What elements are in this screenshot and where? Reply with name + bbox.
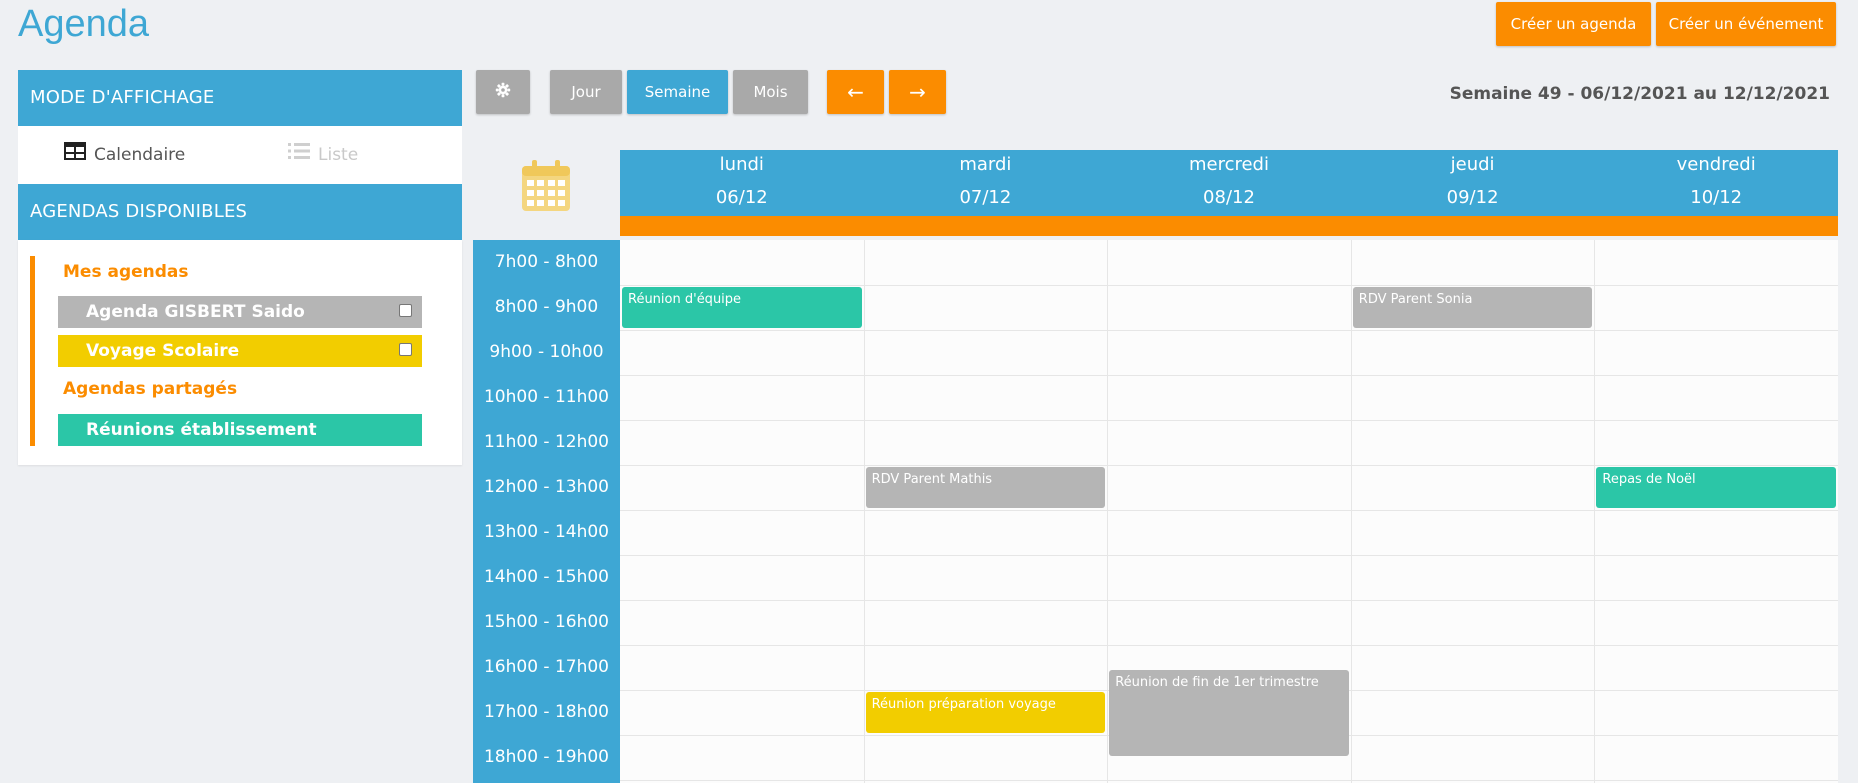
agenda-item-label: Agenda GISBERT Saido xyxy=(86,302,305,322)
hour-label: 17h00 - 18h00 xyxy=(483,702,610,722)
view-week-button[interactable]: Semaine xyxy=(627,70,728,114)
hour-label: 12h00 - 13h00 xyxy=(483,477,610,497)
available-agendas-header: AGENDAS DISPONIBLES xyxy=(18,184,462,240)
day-date: 08/12 xyxy=(1203,187,1255,208)
shared-agendas-label: Agendas partagés xyxy=(63,379,238,399)
hour-gridline xyxy=(620,375,1838,376)
day-column-header: jeudi 09/12 xyxy=(1351,150,1595,216)
day-gridline xyxy=(1107,240,1109,783)
hour-label: 14h00 - 15h00 xyxy=(483,567,610,587)
day-date: 07/12 xyxy=(959,187,1012,208)
agenda-item-label: Voyage Scolaire xyxy=(86,341,240,361)
available-agendas-panel: Mes agendas Agenda GISBERT Saido Voyage … xyxy=(18,240,462,465)
hour-label: 8h00 - 9h00 xyxy=(494,297,599,317)
agenda-visibility-checkbox[interactable] xyxy=(399,343,412,356)
agenda-item-reunions-etablissement[interactable]: Réunions établissement xyxy=(58,414,422,446)
calendar-event[interactable]: RDV Parent Mathis xyxy=(865,467,1106,508)
day-name: mercredi xyxy=(1188,154,1269,175)
view-month-button[interactable]: Mois xyxy=(733,70,808,114)
gear-icon xyxy=(495,82,511,102)
sidebar: MODE D'AFFICHAGE Calendaire Liste AGENDA… xyxy=(18,70,462,465)
next-week-button[interactable]: → xyxy=(889,70,946,114)
hour-label: 11h00 - 12h00 xyxy=(483,432,610,452)
hour-gridline xyxy=(620,645,1838,646)
hour-label: 18h00 - 19h00 xyxy=(483,747,610,767)
day-header-row: lundi 06/12 mardi 07/12 mercredi 08/12 jeudi 09… xyxy=(620,150,1838,216)
mode-list-label: Liste xyxy=(318,145,359,165)
hour-label: 7h00 - 8h00 xyxy=(494,252,599,272)
prev-week-button[interactable]: ← xyxy=(827,70,884,114)
calendar-icon xyxy=(521,160,571,216)
hour-gridline xyxy=(620,555,1838,556)
hour-gridline xyxy=(620,600,1838,601)
calendar-event[interactable]: Repas de Noël xyxy=(1596,467,1836,508)
calendar-icon-cell xyxy=(473,150,620,240)
group-indicator-bar xyxy=(30,256,35,446)
hour-gridline xyxy=(620,780,1838,781)
day-name: mardi xyxy=(959,154,1012,175)
create-agenda-button[interactable]: Créer un agenda xyxy=(1496,2,1651,46)
day-name: vendredi xyxy=(1676,154,1756,175)
my-agendas-label: Mes agendas xyxy=(63,262,189,282)
hour-label: 10h00 - 11h00 xyxy=(483,387,610,407)
hour-label: 15h00 - 16h00 xyxy=(483,612,610,632)
view-day-button[interactable]: Jour xyxy=(550,70,622,114)
hour-label: 13h00 - 14h00 xyxy=(483,522,610,542)
calendar-event[interactable]: Réunion d'équipe xyxy=(622,287,862,328)
day-date: 10/12 xyxy=(1690,187,1743,208)
hour-gridline xyxy=(620,285,1838,286)
day-column-header: vendredi 10/12 xyxy=(1594,150,1838,216)
list-icon xyxy=(288,126,310,184)
calendar-grid[interactable]: Réunion d'équipe RDV Parent Sonia RDV Pare… xyxy=(620,240,1838,783)
calendar-event[interactable]: Réunion de fin de 1er trimestre xyxy=(1109,669,1349,756)
mode-calendar-label: Calendaire xyxy=(94,145,186,165)
day-date: 06/12 xyxy=(715,187,768,208)
mode-calendar-option[interactable]: Calendaire xyxy=(64,126,185,184)
day-column-header: mercredi 08/12 xyxy=(1107,150,1351,216)
hour-gridline xyxy=(620,330,1838,331)
hour-label: 9h00 - 10h00 xyxy=(489,342,604,362)
all-day-strip xyxy=(620,216,1838,236)
hour-gridline xyxy=(620,465,1838,466)
day-gridline xyxy=(863,240,865,783)
week-range-label: Semaine 49 - 06/12/2021 au 12/12/2021 xyxy=(1449,84,1830,104)
calendar-event[interactable]: RDV Parent Sonia xyxy=(1352,287,1593,328)
page-title: Agenda xyxy=(18,3,150,45)
create-event-button[interactable]: Créer un événement xyxy=(1656,2,1836,46)
agenda-item-voyage-scolaire[interactable]: Voyage Scolaire xyxy=(58,335,422,367)
day-gridline xyxy=(1594,240,1596,783)
agenda-visibility-checkbox[interactable] xyxy=(399,304,412,317)
agenda-item-gisbert[interactable]: Agenda GISBERT Saido xyxy=(58,296,422,328)
display-mode-header: MODE D'AFFICHAGE xyxy=(18,70,462,126)
agenda-item-label: Réunions établissement xyxy=(86,420,317,440)
day-column-header: mardi 07/12 xyxy=(864,150,1108,216)
day-date: 09/12 xyxy=(1446,187,1499,208)
day-name: jeudi xyxy=(1450,154,1495,175)
hour-gridline xyxy=(620,510,1838,511)
hour-label: 16h00 - 17h00 xyxy=(483,657,610,677)
calendar-event[interactable]: Réunion préparation voyage xyxy=(865,692,1106,733)
display-mode-panel: Calendaire Liste xyxy=(18,126,462,184)
hours-column: 7h00 - 8h00 8h00 - 9h00 9h00 - 10h00 10h00 … xyxy=(473,240,620,783)
settings-button[interactable] xyxy=(476,70,530,114)
grid-icon xyxy=(64,126,86,184)
day-name: lundi xyxy=(719,154,764,175)
mode-list-option[interactable]: Liste xyxy=(288,126,358,184)
day-gridline xyxy=(1350,240,1352,783)
hour-gridline xyxy=(620,420,1838,421)
day-column-header: lundi 06/12 xyxy=(620,150,864,216)
